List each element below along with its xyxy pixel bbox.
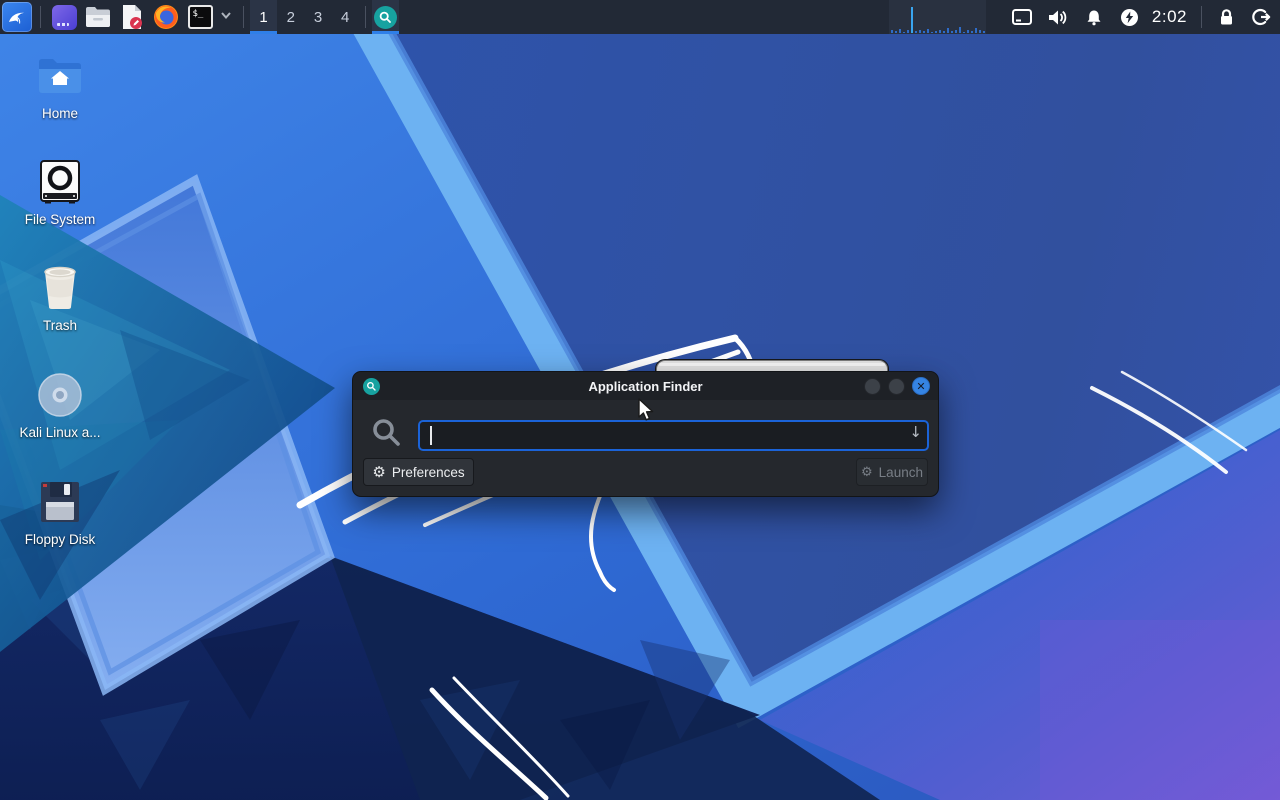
desktop-icon-home[interactable]: Home bbox=[12, 52, 108, 121]
status-area: 2:02 bbox=[1004, 0, 1280, 34]
text-caret bbox=[430, 426, 432, 445]
titlebar[interactable]: Application Finder ✕ bbox=[353, 372, 938, 400]
hard-disk-icon bbox=[36, 158, 84, 206]
workspace-label: 4 bbox=[341, 8, 350, 26]
gear-icon: ⚙ bbox=[372, 462, 386, 481]
search-icon bbox=[373, 419, 400, 446]
workspace-button-4[interactable]: 4 bbox=[332, 0, 359, 34]
volume-icon[interactable] bbox=[1040, 0, 1076, 34]
active-underline bbox=[371, 31, 400, 34]
workspace-button-2[interactable]: 2 bbox=[277, 0, 304, 34]
desktop-icon-floppy-disk[interactable]: Floppy Disk bbox=[12, 478, 108, 547]
taskbar-item-application-finder[interactable] bbox=[371, 0, 400, 34]
workspace-button-3[interactable]: 3 bbox=[304, 0, 331, 34]
launch-button[interactable]: ⚙ Launch bbox=[856, 458, 928, 486]
mouse-cursor bbox=[638, 398, 654, 421]
workspace-button-1[interactable]: 1 bbox=[250, 0, 278, 34]
window-title: Application Finder bbox=[588, 378, 703, 394]
panel-separator bbox=[243, 6, 244, 28]
launcher-file-manager[interactable] bbox=[81, 0, 115, 34]
search-input[interactable] bbox=[418, 420, 929, 451]
launch-gear-icon: ⚙ bbox=[861, 464, 873, 480]
application-finder-window: Application Finder ✕ ↓ ⚙ Preferences ⚙ L… bbox=[352, 371, 939, 497]
terminal-icon: $_ bbox=[187, 5, 213, 29]
close-icon: ✕ bbox=[916, 379, 926, 393]
purple-app-icon bbox=[51, 4, 77, 30]
close-button[interactable]: ✕ bbox=[912, 377, 930, 395]
desktop-icon-file-system[interactable]: File System bbox=[12, 158, 108, 227]
kali-logo-icon bbox=[9, 12, 24, 24]
firefox-icon bbox=[154, 5, 178, 29]
top-panel: $_ 1 2 3 4 2:02 bbox=[0, 0, 1280, 34]
cpu-graph[interactable] bbox=[889, 0, 986, 34]
desktop-screen: $_ 1 2 3 4 2:02 Home File System Trash K… bbox=[0, 0, 1280, 800]
workspace-label: 1 bbox=[259, 8, 268, 26]
maximize-button[interactable] bbox=[888, 377, 905, 395]
workspace-label: 2 bbox=[286, 8, 295, 26]
optical-disc-icon bbox=[36, 371, 84, 419]
notifications-icon[interactable] bbox=[1076, 0, 1112, 34]
active-underline bbox=[250, 31, 278, 34]
desktop-icon-trash[interactable]: Trash bbox=[12, 264, 108, 333]
preferences-label: Preferences bbox=[391, 464, 465, 480]
workspace-label: 3 bbox=[313, 8, 323, 26]
floppy-disk-icon bbox=[36, 478, 84, 526]
trash-icon bbox=[36, 264, 84, 312]
display-icon[interactable] bbox=[1004, 0, 1040, 34]
panel-separator bbox=[364, 6, 366, 28]
background-window-highlight bbox=[659, 363, 885, 366]
panel-separator bbox=[1201, 6, 1203, 28]
log-out-icon[interactable] bbox=[1244, 0, 1280, 34]
folder-icon bbox=[86, 7, 110, 27]
home-folder-icon bbox=[36, 52, 84, 100]
minimize-button[interactable] bbox=[864, 377, 881, 395]
launcher-text-editor[interactable] bbox=[115, 0, 149, 34]
panel-separator bbox=[40, 6, 41, 28]
document-edit-icon bbox=[123, 5, 142, 29]
button-row: ⚙ Preferences ⚙ Launch bbox=[353, 458, 938, 486]
launcher-firefox[interactable] bbox=[149, 0, 183, 34]
desktop-icon-label: Floppy Disk bbox=[24, 532, 96, 547]
desktop-icon-label: Home bbox=[41, 106, 78, 121]
desktop-icon-label: Kali Linux a... bbox=[19, 425, 101, 440]
launcher-terminal[interactable]: $_ bbox=[183, 0, 217, 34]
dropdown-arrow-icon[interactable]: ↓ bbox=[909, 425, 922, 440]
launcher-purple-app[interactable] bbox=[47, 0, 81, 34]
clock[interactable]: 2:02 bbox=[1148, 7, 1195, 27]
power-manager-icon[interactable] bbox=[1112, 0, 1148, 34]
desktop-icon-kali-cd[interactable]: Kali Linux a... bbox=[12, 371, 108, 440]
application-finder-icon bbox=[373, 5, 397, 29]
launch-label: Launch bbox=[878, 464, 923, 480]
preferences-button[interactable]: ⚙ Preferences bbox=[363, 458, 474, 486]
desktop-icon-label: Trash bbox=[42, 318, 77, 333]
desktop-icon-label: File System bbox=[24, 212, 96, 227]
lock-screen-icon[interactable] bbox=[1208, 0, 1244, 34]
kali-menu-button[interactable] bbox=[0, 0, 34, 34]
launcher-dropdown-chevron[interactable] bbox=[219, 8, 233, 27]
